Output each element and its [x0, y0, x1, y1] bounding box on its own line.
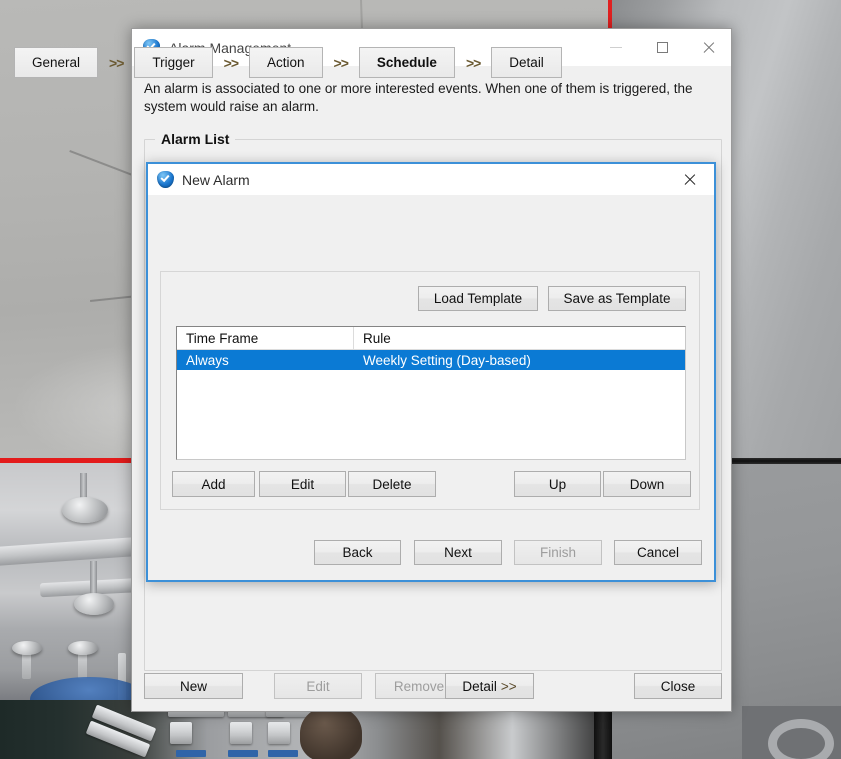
load-template-button[interactable]: Load Template [418, 286, 538, 311]
delete-schedule-button[interactable]: Delete [348, 471, 436, 497]
wizard-step-separator: >> [98, 55, 134, 71]
wizard-step-separator: >> [323, 55, 359, 71]
cell-rule: Weekly Setting (Day-based) [354, 353, 685, 368]
edit-schedule-button[interactable]: Edit [259, 471, 346, 497]
cell-time-frame: Always [177, 353, 354, 368]
column-header-rule: Rule [354, 327, 685, 349]
wizard-step-separator: >> [213, 55, 249, 71]
wizard-cancel-button[interactable]: Cancel [614, 540, 702, 565]
close-icon [683, 173, 696, 186]
edit-alarm-button[interactable]: Edit [274, 673, 362, 699]
wizard-step-detail[interactable]: Detail [491, 47, 562, 78]
column-header-time-frame: Time Frame [177, 327, 354, 349]
wizard-finish-button[interactable]: Finish [514, 540, 602, 565]
watermark-logo [742, 706, 841, 759]
maximize-icon [657, 42, 668, 53]
dialog-title: New Alarm [182, 172, 250, 188]
shield-check-icon [157, 171, 174, 188]
close-window-button[interactable]: Close [634, 673, 722, 699]
detail-arrows: >> [501, 679, 517, 694]
new-alarm-button[interactable]: New [144, 673, 243, 699]
window-controls [593, 29, 731, 66]
detail-label: Detail [462, 679, 497, 694]
minimize-icon [610, 47, 622, 48]
add-schedule-button[interactable]: Add [172, 471, 255, 497]
alarm-list-title: Alarm List [155, 131, 235, 147]
schedule-table[interactable]: Time Frame Rule Always Weekly Setting (D… [176, 326, 686, 460]
detail-toggle-button[interactable]: Detail >> [445, 673, 534, 699]
wizard-next-button[interactable]: Next [414, 540, 502, 565]
wizard-step-general[interactable]: General [14, 47, 98, 78]
close-button[interactable] [685, 29, 731, 66]
wizard-step-separator: >> [455, 55, 491, 71]
move-down-button[interactable]: Down [603, 471, 691, 497]
wizard-step-action[interactable]: Action [249, 47, 323, 78]
window-footer-bar: New Edit Remove Detail >> Close [132, 667, 731, 711]
dialog-close-button[interactable] [672, 164, 706, 195]
wizard-back-button[interactable]: Back [314, 540, 401, 565]
dialog-titlebar[interactable]: New Alarm [148, 164, 714, 195]
minimize-button[interactable] [593, 29, 639, 66]
wizard-step-trigger[interactable]: Trigger [134, 47, 212, 78]
wizard-steps: General>>Trigger>>Action>>Schedule>>Deta… [14, 47, 562, 78]
wizard-step-schedule[interactable]: Schedule [359, 47, 455, 78]
move-up-button[interactable]: Up [514, 471, 601, 497]
save-template-button[interactable]: Save as Template [548, 286, 686, 311]
maximize-button[interactable] [639, 29, 685, 66]
table-header-row: Time Frame Rule [177, 327, 685, 350]
close-icon [702, 41, 715, 54]
table-row[interactable]: Always Weekly Setting (Day-based) [177, 350, 685, 370]
